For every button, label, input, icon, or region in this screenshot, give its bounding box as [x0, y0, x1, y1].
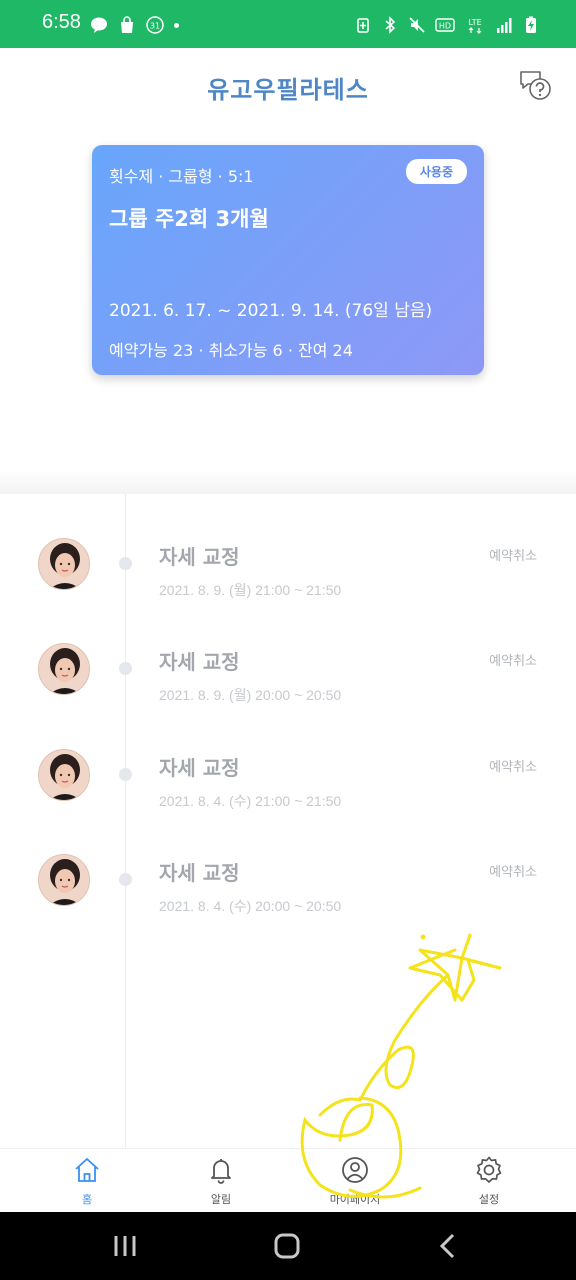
avatar: [38, 854, 90, 906]
booking-title: 자세 교정: [159, 861, 240, 885]
avatar: [38, 643, 90, 695]
avatar: [38, 538, 90, 590]
mute-icon: [408, 16, 426, 34]
list-item[interactable]: 자세 교정 2021. 8. 9. (월) 21:00 ~ 21:50 예약취소: [0, 520, 576, 625]
list-item[interactable]: 자세 교정 2021. 8. 4. (수) 20:00 ~ 20:50 예약취소: [0, 836, 576, 941]
signal-icon: [495, 16, 513, 34]
calendar-day-text: 31: [150, 22, 160, 31]
page-title: 유고우필라테스: [207, 76, 369, 104]
booking-time: 2021. 8. 4. (수) 21:00 ~ 21:50: [159, 793, 342, 809]
calendar-31-icon: 31: [146, 16, 164, 34]
battery-saver-icon: [354, 16, 372, 34]
status-left-icons: 31: [90, 16, 179, 34]
cancel-booking-button[interactable]: 예약취소: [489, 650, 537, 669]
system-navigation-bar: [0, 1212, 576, 1280]
list-item[interactable]: 자세 교정 2021. 8. 4. (수) 21:00 ~ 21:50 예약취소: [0, 731, 576, 836]
lte-text: LTE: [468, 18, 481, 27]
recents-icon: [114, 1236, 136, 1256]
nav-notifications-label: 알림: [210, 1193, 232, 1206]
booking-title: 자세 교정: [159, 756, 240, 780]
list-item[interactable]: 자세 교정 2021. 8. 9. (월) 20:00 ~ 20:50 예약취소: [0, 625, 576, 730]
notification-dot: [174, 22, 179, 28]
gear-icon: [476, 1156, 502, 1183]
booking-time: 2021. 8. 4. (수) 20:00 ~ 20:50: [159, 898, 342, 914]
nav-settings[interactable]: 설정: [449, 1155, 529, 1207]
talk-icon: [90, 16, 108, 34]
back-button[interactable]: [428, 1230, 468, 1262]
home-system-button[interactable]: [267, 1230, 307, 1262]
lte-icon: LTE: [464, 16, 486, 34]
app-header: 유고우필라테스: [0, 48, 576, 128]
user-icon: [342, 1157, 368, 1183]
membership-title: 그룹 주2회 3개월: [109, 207, 269, 231]
chat-question-icon: [520, 71, 551, 100]
status-time: 6:58: [42, 11, 81, 33]
status-right-icons: HD LTE: [354, 16, 540, 34]
nav-notifications[interactable]: 알림: [181, 1155, 261, 1207]
booking-time: 2021. 8. 9. (월) 21:00 ~ 21:50: [159, 582, 342, 598]
timeline-dot: [119, 557, 132, 570]
hd-icon: HD: [435, 16, 455, 34]
timeline-dot: [119, 768, 132, 781]
bell-icon: [211, 1159, 231, 1184]
membership-period: 2021. 6. 17. ~ 2021. 9. 14. (76일 남음): [109, 301, 433, 321]
timeline-dot: [119, 873, 132, 886]
bluetooth-icon: [381, 16, 399, 34]
cancel-booking-button[interactable]: 예약취소: [489, 545, 537, 564]
cancel-booking-button[interactable]: 예약취소: [489, 861, 537, 880]
membership-type: 횟수제 · 그룹형 · 5:1: [109, 167, 254, 186]
back-icon: [439, 1233, 455, 1259]
avatar: [38, 749, 90, 801]
shopping-bag-icon: [118, 16, 136, 34]
help-chat-button[interactable]: [518, 68, 552, 102]
booking-time: 2021. 8. 9. (월) 20:00 ~ 20:50: [159, 687, 342, 703]
nav-mypage-label: 마이페이지: [329, 1193, 381, 1206]
nav-settings-label: 설정: [478, 1193, 500, 1206]
home-circle-icon: [274, 1233, 300, 1259]
nav-home[interactable]: 홈: [47, 1155, 127, 1207]
status-bar: 6:58 31 HD LTE: [0, 0, 576, 48]
status-badge: 사용중: [405, 159, 467, 184]
battery-charging-icon: [522, 16, 540, 34]
nav-mypage[interactable]: 마이페이지: [315, 1155, 395, 1207]
booking-title: 자세 교정: [159, 545, 240, 569]
recents-button[interactable]: [105, 1230, 145, 1262]
hd-text: HD: [439, 22, 451, 31]
membership-counts: 예약가능 23 · 취소가능 6 · 잔여 24: [109, 341, 353, 360]
booking-title: 자세 교정: [159, 650, 240, 674]
bottom-navigation: 홈 알림 마이페이지 설정: [0, 1148, 576, 1212]
cancel-booking-button[interactable]: 예약취소: [489, 756, 537, 775]
nav-home-label: 홈: [81, 1193, 93, 1206]
section-divider: [0, 470, 576, 494]
timeline-dot: [119, 662, 132, 675]
membership-card[interactable]: 횟수제 · 그룹형 · 5:1 사용중 그룹 주2회 3개월 2021. 6. …: [92, 145, 484, 375]
home-icon: [75, 1158, 99, 1182]
